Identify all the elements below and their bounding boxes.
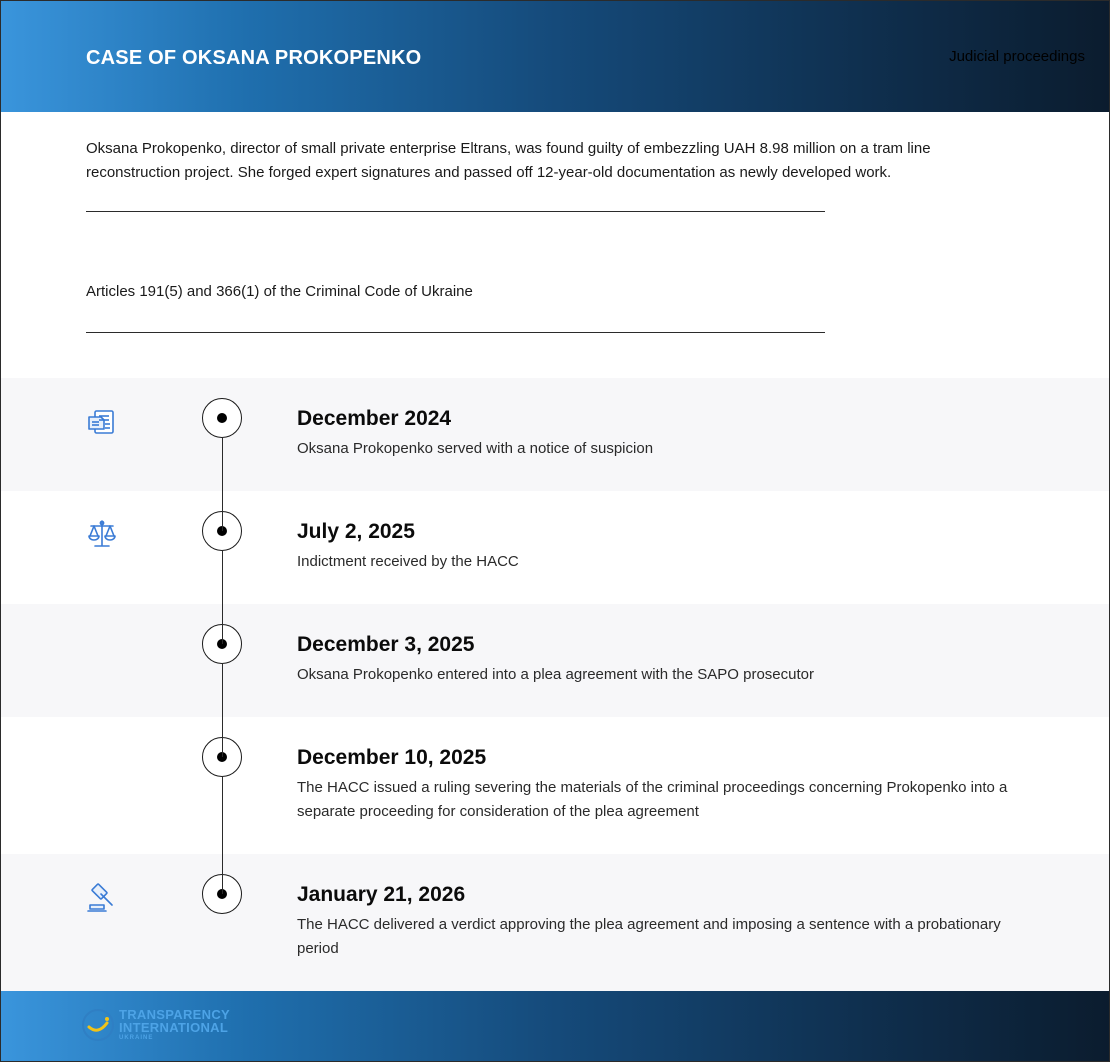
divider — [86, 211, 825, 212]
divider — [86, 332, 825, 333]
event-description: Indictment received by the HACC — [297, 553, 519, 570]
event-date: December 10, 2025 — [297, 746, 487, 769]
logo-line: INTERNATIONAL — [119, 1020, 229, 1035]
timeline-connector — [222, 777, 223, 894]
timeline: December 2024 Oksana Prokopenko served w… — [1, 378, 1109, 991]
event-date: December 2024 — [297, 407, 452, 430]
legal-articles: Articles 191(5) and 366(1) of the Crimin… — [86, 283, 473, 300]
page-title: CASE OF OKSANA PROKOPENKO — [86, 47, 422, 69]
header-banner: CASE OF OKSANA PROKOPENKO Judicial proce… — [1, 1, 1109, 112]
logo-wordmark: TRANSPARENCY INTERNATIONAL UKRAINE — [119, 1008, 230, 1042]
timeline-item: December 3, 2025 Oksana Prokopenko enter… — [1, 604, 1109, 717]
timeline-item: July 2, 2025 Indictment received by the … — [1, 491, 1109, 604]
event-date: December 3, 2025 — [297, 633, 475, 656]
event-description: Oksana Prokopenko served with a notice o… — [297, 440, 654, 457]
transparency-international-logo: TRANSPARENCY INTERNATIONAL UKRAINE — [81, 1006, 251, 1046]
timeline-item: December 2024 Oksana Prokopenko served w… — [1, 378, 1109, 491]
case-summary: Oksana Prokopenko, director of small pri… — [86, 140, 931, 181]
event-description: The HACC issued a ruling severing the ma… — [297, 779, 1008, 820]
section-tag: Judicial proceedings — [949, 48, 1085, 65]
logo-mark-icon — [81, 1008, 115, 1042]
event-date: July 2, 2025 — [297, 520, 415, 543]
timeline-connector — [222, 551, 223, 644]
event-description: Oksana Prokopenko entered into a plea ag… — [297, 666, 814, 683]
scales-icon — [86, 518, 118, 550]
timeline-item: January 21, 2026 The HACC delivered a ve… — [1, 854, 1109, 991]
timeline-node — [202, 398, 242, 438]
gavel-icon — [86, 881, 118, 913]
timeline-connector — [222, 664, 223, 757]
timeline-connector — [222, 438, 223, 531]
event-description: The HACC delivered a verdict approving t… — [297, 916, 1001, 957]
timeline-item: December 10, 2025 The HACC issued a ruli… — [1, 717, 1109, 854]
logo-line: UKRAINE — [119, 1035, 154, 1041]
case-card: CASE OF OKSANA PROKOPENKO Judicial proce… — [0, 0, 1110, 1062]
documents-icon — [86, 405, 118, 437]
event-date: January 21, 2026 — [297, 883, 466, 906]
